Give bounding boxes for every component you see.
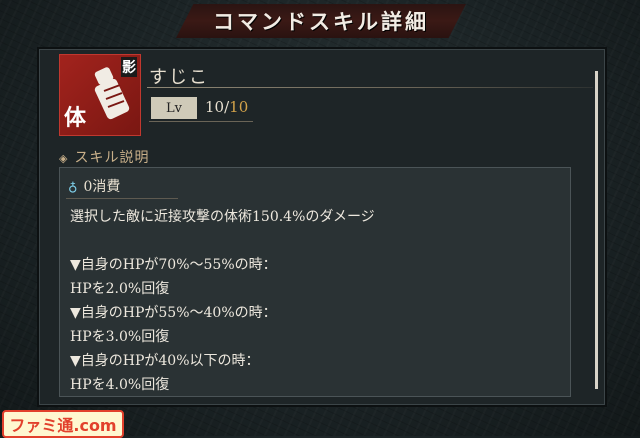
level-divider [149, 121, 253, 122]
description-line: ▼自身のHPが55%〜40%の時： [70, 305, 277, 321]
title-banner: コマンドスキル詳細 [176, 4, 466, 38]
skill-name: すじこ [149, 67, 209, 88]
description-line: ▼自身のHPが70%〜55%の時： [70, 257, 277, 273]
description-line: HPを2.0%回復 [70, 281, 170, 297]
diamond-icon: ◈ [59, 152, 69, 165]
level-max: 10 [229, 98, 249, 116]
level-current: 10 [205, 98, 225, 116]
cost-row: ♁ 0消費 [68, 176, 120, 196]
cost-divider [66, 198, 178, 199]
section-title: スキル説明 [74, 150, 150, 166]
scrollbar[interactable] [595, 71, 598, 389]
watermark-logo: ファミ通.com [2, 410, 124, 438]
name-divider [147, 87, 593, 88]
section-heading: ◈ スキル説明 [59, 147, 149, 167]
droplet-icon: ♁ [68, 180, 78, 195]
skill-detail-panel: 体 影 すじこ Lv 10/10 ◈ スキル説明 ♁ 0消費 選択した敵に近接攻撃の… [37, 47, 607, 407]
level-value: 10/10 [205, 98, 248, 116]
description-box[interactable]: ♁ 0消費 選択した敵に近接攻撃の体術150.4%のダメージ ▼自身のHPが70%… [59, 167, 571, 397]
skill-attribute-badge: 影 [121, 57, 137, 77]
level-label: Lv [151, 97, 197, 119]
description-line: HPを3.0%回復 [70, 329, 170, 345]
cost-text: 0消費 [83, 179, 121, 195]
description-line: ▼自身のHPが40%以下の時： [70, 353, 260, 369]
description-line: 選択した敵に近接攻撃の体術150.4%のダメージ [70, 209, 375, 225]
description-line: HPを4.0%回復 [70, 377, 170, 393]
skill-icon: 体 影 [59, 54, 141, 136]
page-title: コマンドスキル詳細 [213, 10, 429, 34]
skill-type-label: 体 [64, 105, 87, 131]
